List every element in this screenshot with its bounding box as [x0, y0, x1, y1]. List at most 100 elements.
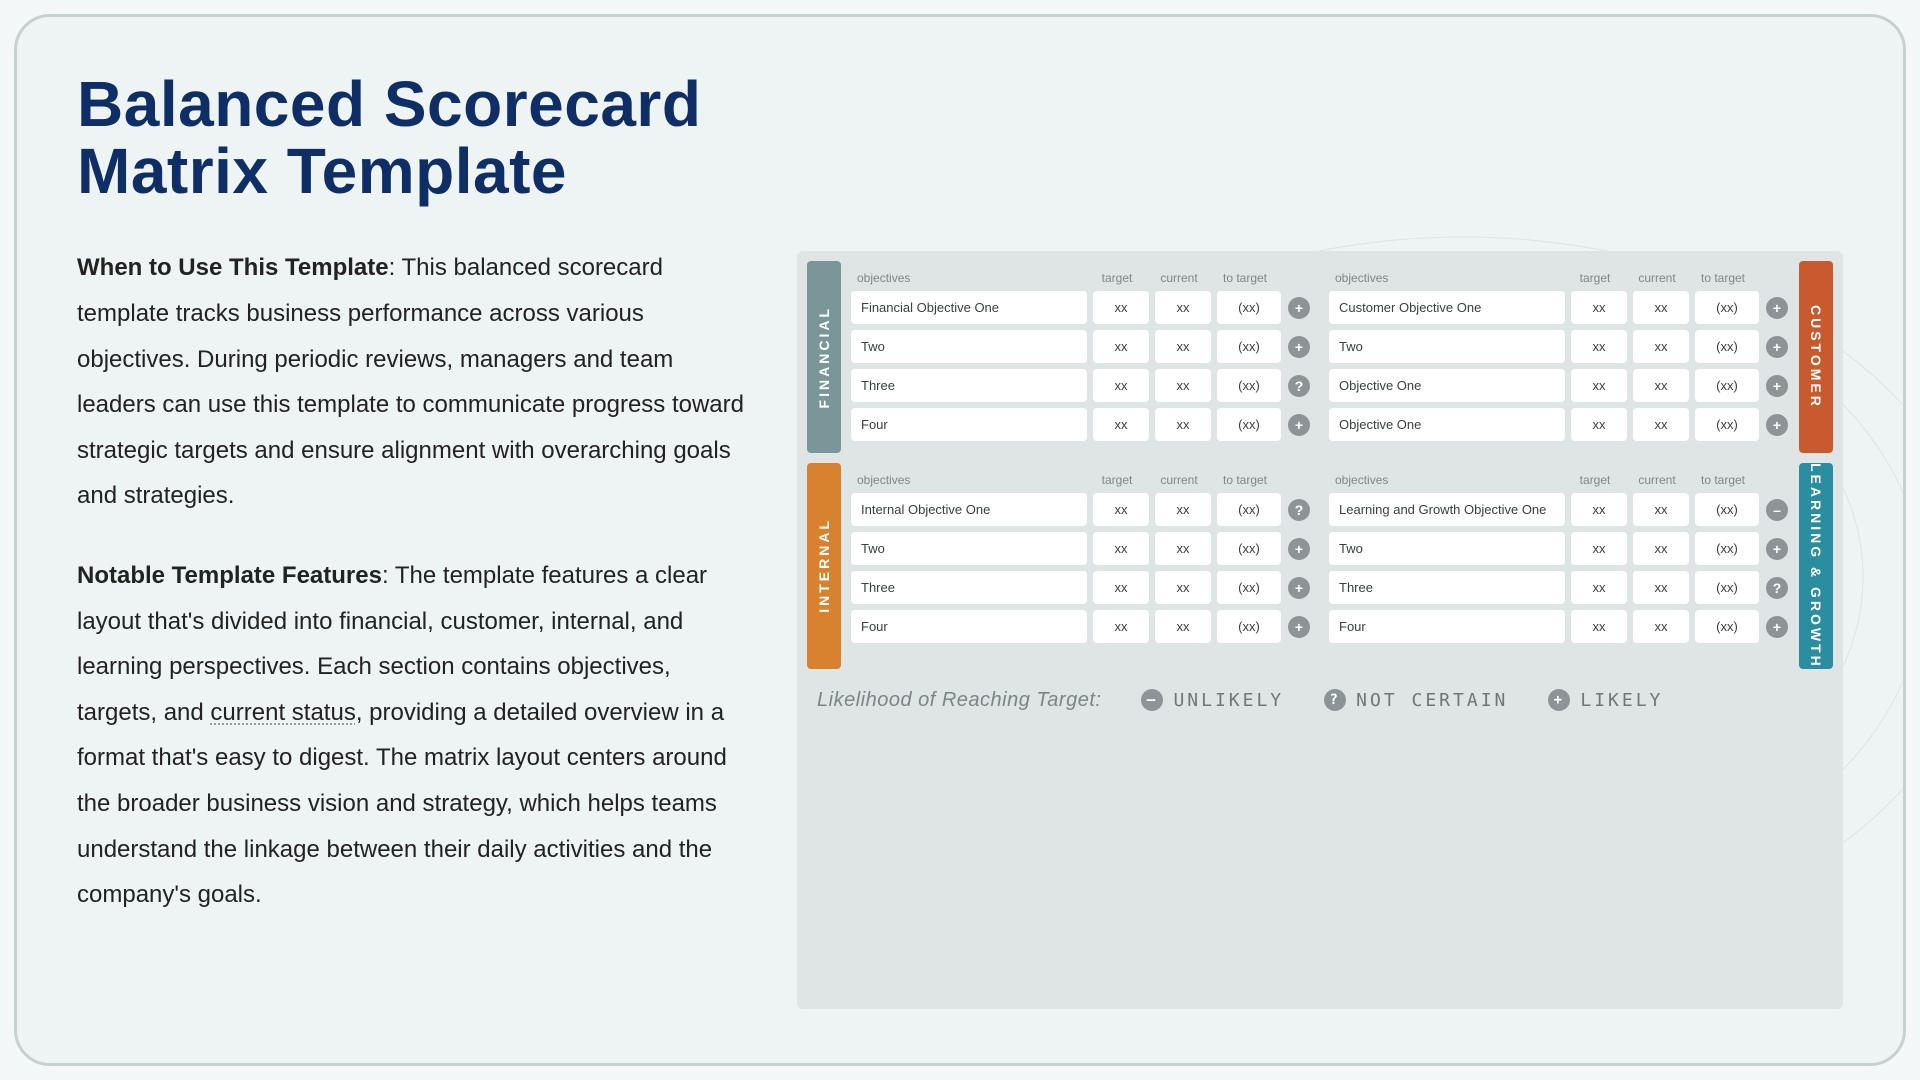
current-cell: xx — [1633, 493, 1689, 526]
plus-icon: + — [1766, 414, 1788, 436]
to-target-cell: (xx) — [1695, 493, 1759, 526]
target-cell: xx — [1571, 369, 1627, 402]
table-row: Financial Objective Onexxxx(xx)+ — [851, 291, 1311, 324]
table-row: Twoxxxx(xx)+ — [851, 330, 1311, 363]
question-icon: ? — [1324, 689, 1346, 711]
table-header: objectivestargetcurrentto target — [1329, 469, 1789, 493]
current-cell: xx — [1155, 571, 1211, 604]
quadrant-label: LEARNING & GROWTH — [1799, 463, 1833, 669]
table-row: Customer Objective Onexxxx(xx)+ — [1329, 291, 1789, 324]
current-cell: xx — [1633, 291, 1689, 324]
objective-cell: Objective One — [1329, 369, 1565, 402]
table-row: Threexxxx(xx)? — [1329, 571, 1789, 604]
to-target-cell: (xx) — [1217, 408, 1281, 441]
target-cell: xx — [1093, 408, 1149, 441]
target-cell: xx — [1571, 493, 1627, 526]
table-header: objectivestargetcurrentto target — [851, 469, 1311, 493]
target-cell: xx — [1093, 330, 1149, 363]
plus-icon: + — [1766, 297, 1788, 319]
legend-unlikely: – UNLIKELY — [1141, 689, 1284, 711]
quadrant-label: INTERNAL — [807, 463, 841, 669]
p1-body: : This balanced scorecard template track… — [77, 254, 744, 509]
table-row: Threexxxx(xx)? — [851, 369, 1311, 402]
legend: Likelihood of Reaching Target: – UNLIKEL… — [807, 683, 1833, 712]
table-header: objectivestargetcurrentto target — [1329, 267, 1789, 291]
target-cell: xx — [1093, 610, 1149, 643]
plus-icon: + — [1288, 297, 1310, 319]
table-row: Objective Onexxxx(xx)+ — [1329, 369, 1789, 402]
to-target-cell: (xx) — [1695, 408, 1759, 441]
quadrant-label: FINANCIAL — [807, 261, 841, 453]
objective-cell: Customer Objective One — [1329, 291, 1565, 324]
quadrant-label: CUSTOMER — [1799, 261, 1833, 453]
table-row: Fourxxxx(xx)+ — [851, 408, 1311, 441]
objective-cell: Two — [1329, 330, 1565, 363]
current-cell: xx — [1633, 610, 1689, 643]
current-cell: xx — [1633, 369, 1689, 402]
p2-body-b: , providing a detailed overview in a for… — [77, 699, 727, 908]
to-target-cell: (xx) — [1695, 291, 1759, 324]
current-cell: xx — [1633, 330, 1689, 363]
scorecard-grid: FINANCIALobjectivestargetcurrentto targe… — [807, 261, 1833, 669]
to-target-cell: (xx) — [1217, 369, 1281, 402]
minus-icon: – — [1141, 689, 1163, 711]
target-cell: xx — [1571, 408, 1627, 441]
description: When to Use This Template: This balanced… — [77, 245, 757, 917]
to-target-cell: (xx) — [1695, 610, 1759, 643]
plus-icon: + — [1548, 689, 1570, 711]
target-cell: xx — [1093, 493, 1149, 526]
to-target-cell: (xx) — [1695, 571, 1759, 604]
table-row: Twoxxxx(xx)+ — [1329, 532, 1789, 565]
objective-cell: Four — [851, 408, 1087, 441]
objective-cell: Four — [851, 610, 1087, 643]
table-row: Objective Onexxxx(xx)+ — [1329, 408, 1789, 441]
table-row: Twoxxxx(xx)+ — [1329, 330, 1789, 363]
table-row: Threexxxx(xx)+ — [851, 571, 1311, 604]
objective-cell: Two — [1329, 532, 1565, 565]
scorecard-panel: FINANCIALobjectivestargetcurrentto targe… — [797, 251, 1843, 1009]
p2-underlined: current status — [210, 699, 355, 726]
target-cell: xx — [1093, 571, 1149, 604]
target-cell: xx — [1093, 291, 1149, 324]
to-target-cell: (xx) — [1695, 532, 1759, 565]
objective-cell: Objective One — [1329, 408, 1565, 441]
plus-icon: + — [1766, 616, 1788, 638]
objective-cell: Three — [851, 369, 1087, 402]
minus-icon: – — [1766, 499, 1788, 521]
current-cell: xx — [1155, 408, 1211, 441]
quadrant-customer: CUSTOMERobjectivestargetcurrentto target… — [1325, 261, 1833, 453]
to-target-cell: (xx) — [1217, 291, 1281, 324]
objective-cell: Learning and Growth Objective One — [1329, 493, 1565, 526]
quadrant-financial: FINANCIALobjectivestargetcurrentto targe… — [807, 261, 1315, 453]
target-cell: xx — [1093, 369, 1149, 402]
plus-icon: + — [1766, 336, 1788, 358]
quadrant-table: objectivestargetcurrentto targetCustomer… — [1325, 261, 1793, 453]
plus-icon: + — [1288, 538, 1310, 560]
plus-icon: + — [1288, 414, 1310, 436]
question-icon: ? — [1766, 577, 1788, 599]
plus-icon: + — [1288, 616, 1310, 638]
table-row: Learning and Growth Objective Onexxxx(xx… — [1329, 493, 1789, 526]
quadrant-table: objectivestargetcurrentto targetLearning… — [1325, 463, 1793, 669]
objective-cell: Internal Objective One — [851, 493, 1087, 526]
table-row: Fourxxxx(xx)+ — [851, 610, 1311, 643]
current-cell: xx — [1633, 571, 1689, 604]
quadrant-table: objectivestargetcurrentto targetInternal… — [847, 463, 1315, 669]
question-icon: ? — [1288, 375, 1310, 397]
legend-not-certain: ? NOT CERTAIN — [1324, 689, 1508, 711]
to-target-cell: (xx) — [1695, 330, 1759, 363]
p1-label: When to Use This Template — [77, 254, 389, 281]
target-cell: xx — [1571, 330, 1627, 363]
to-target-cell: (xx) — [1217, 493, 1281, 526]
to-target-cell: (xx) — [1217, 610, 1281, 643]
current-cell: xx — [1155, 610, 1211, 643]
target-cell: xx — [1571, 291, 1627, 324]
document-card: Balanced Scorecard Matrix Template When … — [14, 14, 1906, 1066]
objective-cell: Four — [1329, 610, 1565, 643]
p2-label: Notable Template Features — [77, 562, 382, 589]
plus-icon: + — [1288, 336, 1310, 358]
quadrant-growth: LEARNING & GROWTHobjectivestargetcurrent… — [1325, 463, 1833, 669]
target-cell: xx — [1571, 532, 1627, 565]
to-target-cell: (xx) — [1695, 369, 1759, 402]
quadrant-internal: INTERNALobjectivestargetcurrentto target… — [807, 463, 1315, 669]
